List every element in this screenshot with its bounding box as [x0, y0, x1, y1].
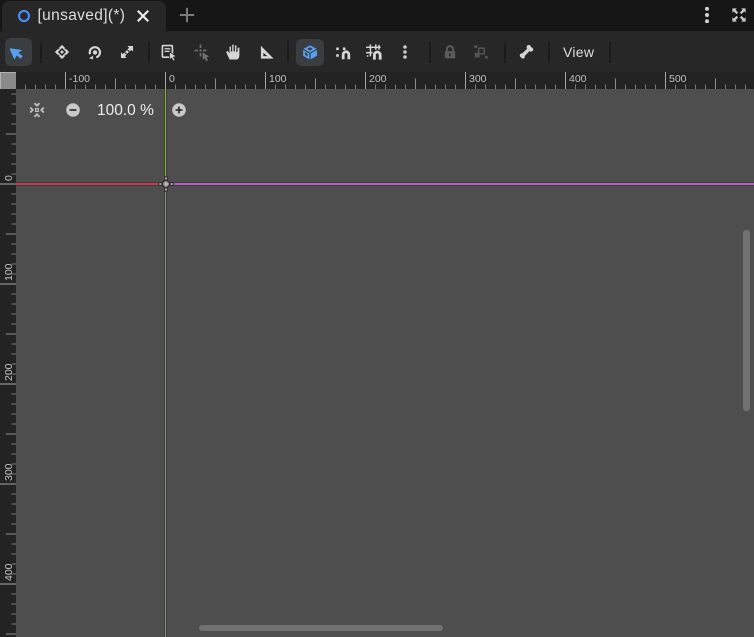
svg-text:200: 200 — [369, 73, 387, 85]
svg-text:0: 0 — [3, 175, 15, 181]
svg-text:300: 300 — [469, 73, 487, 85]
svg-text:-100: -100 — [69, 73, 90, 85]
svg-text:200: 200 — [3, 363, 15, 381]
svg-text:400: 400 — [3, 563, 15, 581]
svg-text:500: 500 — [669, 73, 687, 85]
svg-text:0: 0 — [169, 73, 175, 85]
svg-text:400: 400 — [569, 73, 587, 85]
svg-text:300: 300 — [3, 463, 15, 481]
svg-text:100: 100 — [269, 73, 287, 85]
svg-text:100: 100 — [3, 263, 15, 281]
